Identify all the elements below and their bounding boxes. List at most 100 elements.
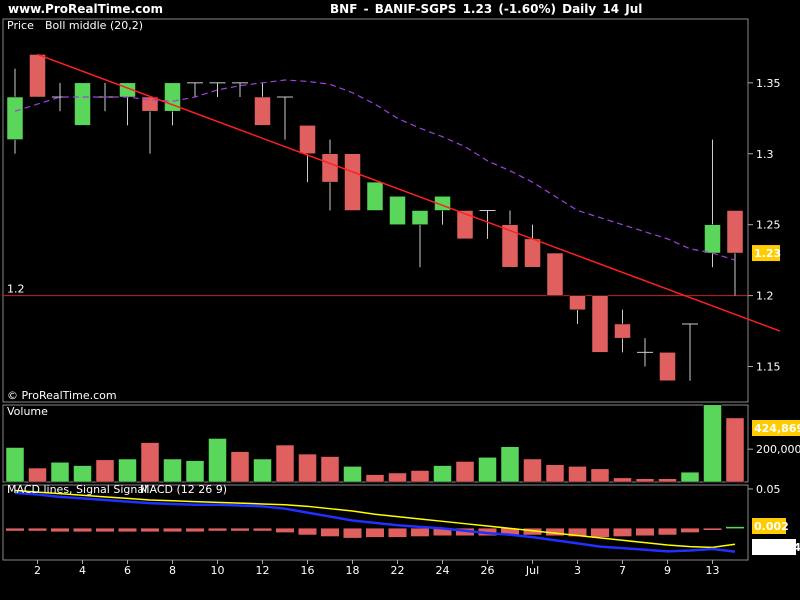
volume-bar-down xyxy=(28,467,47,483)
x-tick-label: 10 xyxy=(211,564,225,577)
volume-bar-down xyxy=(613,477,632,483)
macd-histogram-bar xyxy=(253,528,272,531)
volume-y-tick-label: 200,000 xyxy=(756,443,800,456)
x-tick-label: 16 xyxy=(301,564,315,577)
x-tick-label: 2 xyxy=(34,564,41,577)
price-y-tick-label: 1.3 xyxy=(756,148,774,161)
volume-bar-down xyxy=(590,468,610,483)
volume-panel-frame xyxy=(2,404,749,483)
macd-histogram-bar xyxy=(703,528,722,530)
macd-histogram-bar xyxy=(118,528,137,532)
volume-bar-up xyxy=(163,458,182,483)
x-tick-label: 4 xyxy=(79,564,86,577)
macd-histogram-bar xyxy=(51,528,69,532)
candle-up xyxy=(411,210,429,225)
volume-bar-up xyxy=(208,438,227,483)
macd-histogram-bar xyxy=(276,528,294,533)
x-tick-label: 24 xyxy=(436,564,450,577)
volume-bar-down xyxy=(298,453,317,483)
x-tick-label: 22 xyxy=(391,564,405,577)
candle-down xyxy=(29,54,46,98)
macd-value-label-2: -0.0294 xyxy=(754,541,800,554)
volume-bar-up xyxy=(478,457,497,483)
price-y-tick-label: 1.2 xyxy=(756,290,774,303)
volume-bar-down xyxy=(388,472,407,483)
price-y-tick-label: 1.25 xyxy=(756,219,781,232)
x-tick-label: 7 xyxy=(619,564,626,577)
candle-down xyxy=(591,295,609,353)
volume-bar-down xyxy=(365,474,385,483)
current-price-label: 1.23 xyxy=(754,247,781,260)
price-y-tick-label: 1.35 xyxy=(756,77,781,90)
macd-histogram-bar xyxy=(388,528,407,538)
macd-histogram-bar xyxy=(298,528,317,535)
candle-up xyxy=(704,224,721,254)
macd-histogram-bar xyxy=(591,528,609,538)
chart-canvas: 1.35 1.3 1.25 1.2 1.15 1.2 Price Boll middle (2… xyxy=(2,18,800,577)
macd-histogram-bar xyxy=(73,528,92,532)
volume-bar-up xyxy=(433,465,452,483)
macd-histogram-bar xyxy=(208,528,227,531)
candle-down xyxy=(344,153,361,211)
volume-bar-down xyxy=(635,478,655,483)
candle-up xyxy=(74,82,91,126)
volume-bar-down xyxy=(523,458,542,483)
volume-bar-down xyxy=(410,470,430,483)
volume-bar-up xyxy=(680,471,700,483)
macd-histogram-bar xyxy=(366,528,384,538)
macd-histogram-bar xyxy=(96,528,114,532)
volume-bar-up xyxy=(185,460,205,483)
macd-histogram-bar xyxy=(343,528,362,538)
candle-down xyxy=(456,210,474,240)
candle-down xyxy=(659,352,676,381)
candle-up xyxy=(6,96,24,140)
candle-down xyxy=(254,96,271,126)
candle-up xyxy=(389,196,406,225)
volume-bar-down xyxy=(658,478,677,483)
price-panel-label: Price xyxy=(7,19,34,32)
candle-up xyxy=(366,181,384,211)
candle-down xyxy=(569,295,586,311)
volume-bar-down xyxy=(568,466,587,483)
macd-value-label-1: 0.002 xyxy=(754,520,789,533)
x-tick-label: 26 xyxy=(481,564,495,577)
volume-bar-up xyxy=(253,458,272,483)
candle-down xyxy=(524,238,541,268)
x-tick-label: 6 xyxy=(124,564,131,577)
macd-histogram-bar xyxy=(28,528,47,531)
volume-panel-label: Volume xyxy=(7,405,48,418)
x-tick-label: 8 xyxy=(169,564,176,577)
volume-bar-down xyxy=(455,461,475,483)
macd-y-tick-label: 0.05 xyxy=(756,483,781,496)
volume-bar-down xyxy=(230,451,250,483)
support-level-label: 1.2 xyxy=(7,283,25,296)
candle-down xyxy=(726,210,744,254)
macd-legend: MACD (12 26 9) xyxy=(140,483,227,496)
volume-bar-down xyxy=(275,444,295,483)
macd-histogram-bar xyxy=(321,528,339,537)
candle-down xyxy=(614,323,631,339)
volume-bar-down xyxy=(545,464,565,483)
volume-bar-down xyxy=(320,456,340,483)
macd-histogram-bar xyxy=(6,528,24,531)
macd-histogram-bar xyxy=(231,528,249,531)
macd-histogram-bar xyxy=(163,528,182,532)
price-y-tick-label: 1.15 xyxy=(756,361,781,374)
macd-histogram-bar xyxy=(613,528,632,537)
copyright-label: © ProRealTime.com xyxy=(7,389,117,402)
volume-bar-down xyxy=(95,459,115,483)
macd-histogram-bar xyxy=(411,528,429,537)
macd-histogram-bar xyxy=(681,528,699,533)
x-tick-label: Jul xyxy=(525,564,539,577)
volume-bar-up xyxy=(73,465,92,483)
volume-bar-up xyxy=(50,462,70,483)
macd-histogram-bar xyxy=(658,528,677,535)
candle-down xyxy=(321,153,339,183)
candle-down xyxy=(546,252,564,296)
x-tick-label: 12 xyxy=(256,564,270,577)
volume-bar-up xyxy=(500,446,520,483)
volume-bar-up xyxy=(118,458,137,483)
boll-legend-label: Boll middle (20,2) xyxy=(45,19,143,32)
x-tick-label: 18 xyxy=(346,564,360,577)
x-tick-label: 9 xyxy=(664,564,671,577)
